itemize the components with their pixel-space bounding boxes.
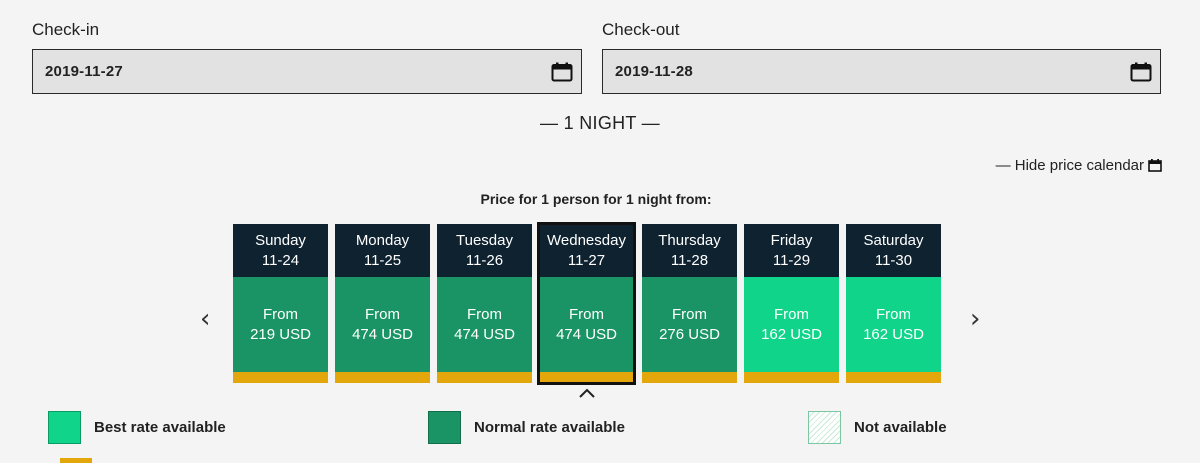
day-header: Wednesday 11-27 — [539, 224, 634, 277]
day-status-bar — [846, 372, 941, 383]
day-from-label: From — [569, 305, 604, 323]
day-date: 11-25 — [363, 251, 402, 269]
calendar-icon[interactable] — [1130, 62, 1152, 82]
day-date: 11-28 — [670, 251, 709, 269]
day-status-bar — [642, 372, 737, 383]
legend-label: Normal rate available — [474, 419, 625, 436]
legend-not-available: Not available — [808, 411, 947, 444]
day-status-bar — [744, 372, 839, 383]
day-name: Sunday — [255, 231, 306, 249]
day-price-block: From 162 USD — [846, 277, 941, 372]
day-tile-thursday[interactable]: Thursday 11-28 From 276 USD — [642, 224, 737, 383]
legend-normal-rate: Normal rate available — [428, 411, 625, 444]
day-tile-saturday[interactable]: Saturday 11-30 From 162 USD — [846, 224, 941, 383]
day-date: 11-26 — [465, 251, 504, 269]
legend-swatch-na — [808, 411, 841, 444]
day-name: Monday — [355, 231, 410, 249]
day-from-label: From — [263, 305, 298, 323]
legend-swatch-normal — [428, 411, 461, 444]
day-date: 11-30 — [874, 251, 913, 269]
checkin-field[interactable]: 2019-11-27 — [32, 49, 582, 94]
day-from-label: From — [365, 305, 400, 323]
day-from-label: From — [467, 305, 502, 323]
day-status-bar — [539, 372, 634, 383]
day-price: 162 USD — [863, 325, 924, 343]
day-name: Wednesday — [547, 231, 626, 249]
day-tile-wednesday[interactable]: Wednesday 11-27 From 474 USD — [537, 222, 636, 385]
day-date: 11-24 — [261, 251, 300, 269]
day-name: Saturday — [863, 231, 924, 249]
chevron-right-icon[interactable]: › — [970, 304, 980, 334]
day-price-block: From 474 USD — [335, 277, 430, 372]
chevron-left-icon[interactable]: ‹ — [200, 304, 210, 334]
day-header: Tuesday 11-26 — [437, 224, 532, 277]
day-price-block: From 219 USD — [233, 277, 328, 372]
day-price: 474 USD — [454, 325, 515, 343]
day-from-label: From — [672, 305, 707, 323]
calendar-icon[interactable] — [551, 62, 573, 82]
day-date: 11-29 — [772, 251, 811, 269]
day-header: Saturday 11-30 — [846, 224, 941, 277]
checkin-label: Check-in — [32, 20, 100, 39]
day-header: Friday 11-29 — [744, 224, 839, 277]
hide-price-calendar-label: — Hide price calendar — [995, 157, 1144, 174]
day-price: 474 USD — [352, 325, 413, 343]
day-tile-friday[interactable]: Friday 11-29 From 162 USD — [744, 224, 839, 383]
day-price-block: From 474 USD — [539, 277, 634, 372]
legend-swatch-partial — [60, 458, 92, 463]
day-price: 474 USD — [556, 325, 617, 343]
legend-label: Best rate available — [94, 419, 226, 436]
day-date: 11-27 — [567, 251, 606, 269]
hide-price-calendar-link[interactable]: — Hide price calendar — [996, 157, 1162, 174]
day-status-bar — [233, 372, 328, 383]
day-price: 162 USD — [761, 325, 822, 343]
legend-label: Not available — [854, 419, 947, 436]
day-tile-sunday[interactable]: Sunday 11-24 From 219 USD — [233, 224, 328, 383]
day-header: Monday 11-25 — [335, 224, 430, 277]
day-from-label: From — [774, 305, 809, 323]
day-price: 276 USD — [659, 325, 720, 343]
day-status-bar — [335, 372, 430, 383]
nights-count: — 1 NIGHT — — [540, 113, 660, 133]
day-from-label: From — [876, 305, 911, 323]
day-price: 219 USD — [250, 325, 311, 343]
checkout-value: 2019-11-28 — [615, 63, 693, 80]
legend-best-rate: Best rate available — [48, 411, 226, 444]
day-header: Thursday 11-28 — [642, 224, 737, 277]
day-name: Thursday — [658, 231, 721, 249]
chevron-up-icon — [579, 388, 595, 398]
checkin-value: 2019-11-27 — [45, 63, 123, 80]
day-header: Sunday 11-24 — [233, 224, 328, 277]
legend-swatch-best — [48, 411, 81, 444]
price-calendar-heading: Price for 1 person for 1 night from: — [480, 191, 712, 207]
day-price-block: From 276 USD — [642, 277, 737, 372]
checkout-field[interactable]: 2019-11-28 — [602, 49, 1161, 94]
day-price-block: From 474 USD — [437, 277, 532, 372]
checkout-label: Check-out — [602, 20, 680, 39]
day-tile-tuesday[interactable]: Tuesday 11-26 From 474 USD — [437, 224, 532, 383]
day-price-block: From 162 USD — [744, 277, 839, 372]
calendar-icon — [1148, 159, 1162, 172]
day-tile-monday[interactable]: Monday 11-25 From 474 USD — [335, 224, 430, 383]
day-status-bar — [437, 372, 532, 383]
day-name: Friday — [770, 231, 813, 249]
day-name: Tuesday — [456, 231, 513, 249]
